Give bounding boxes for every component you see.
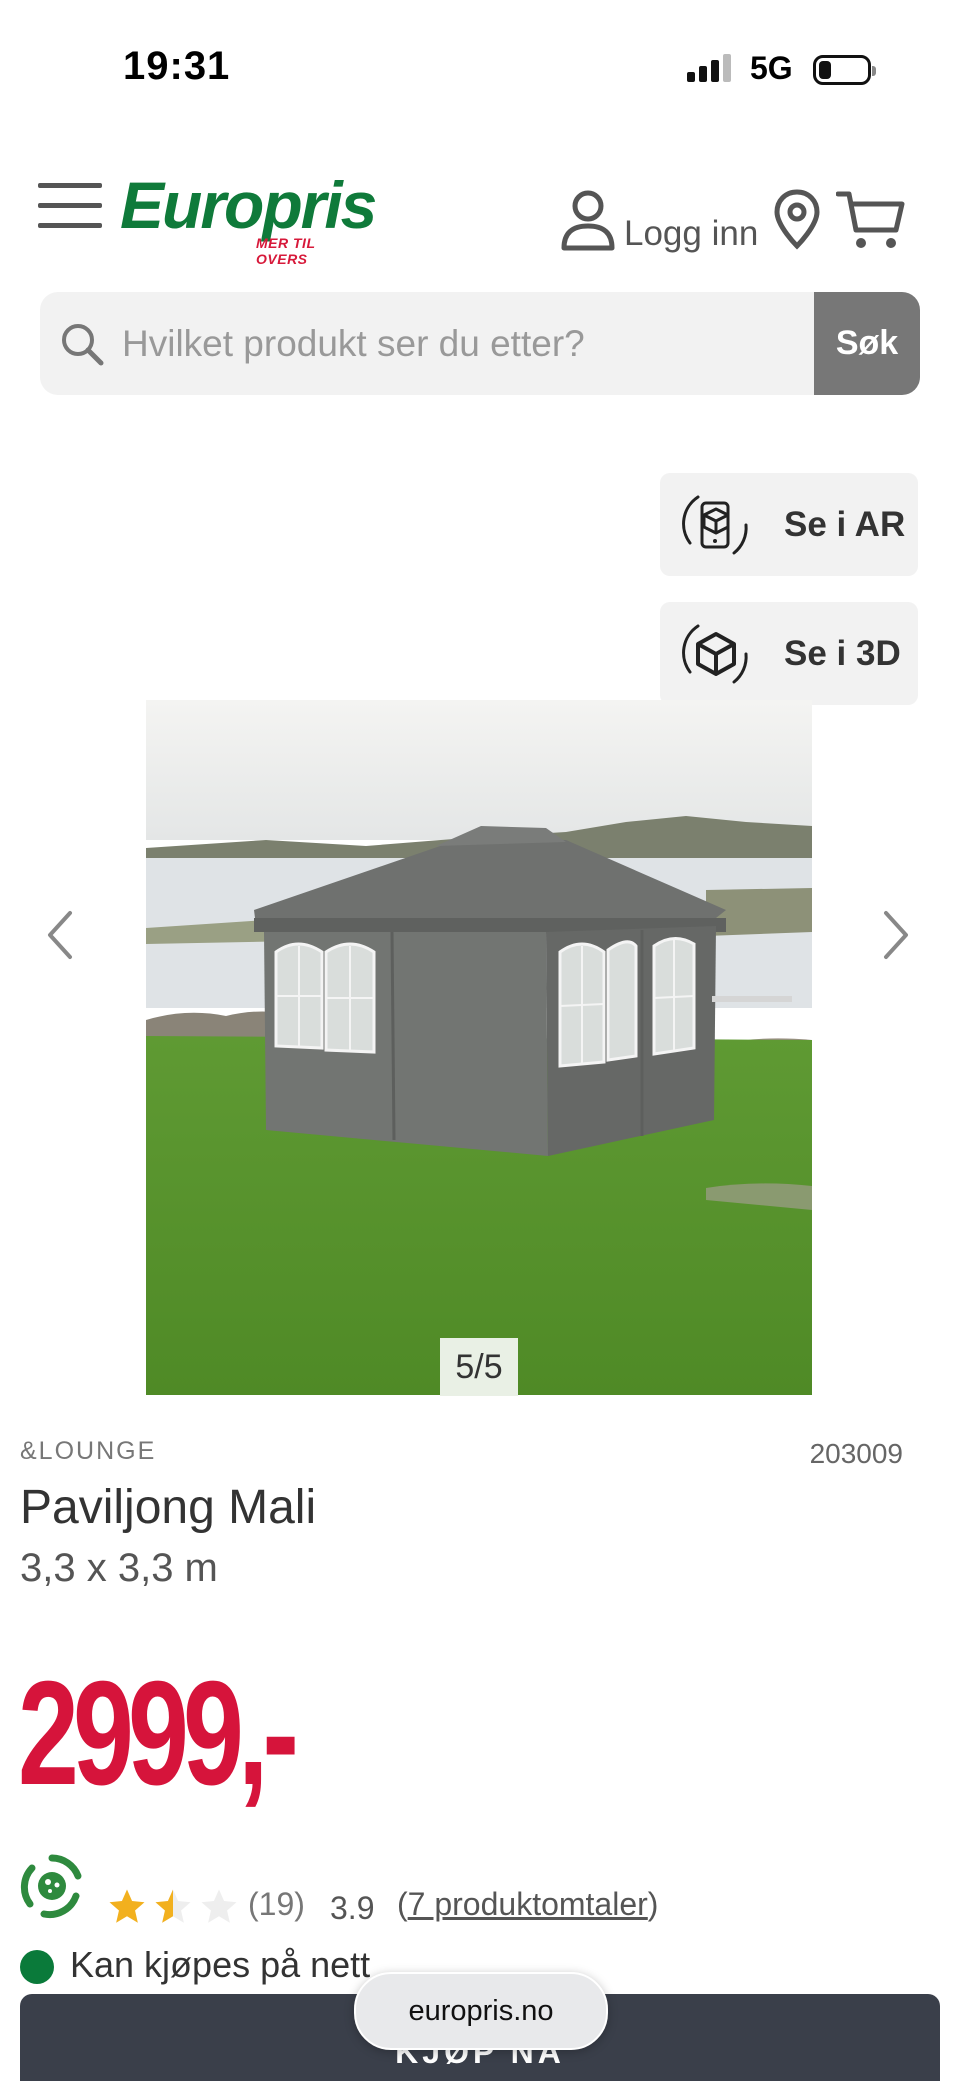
network-type: 5G (750, 50, 793, 86)
status-time: 19:31 (123, 44, 231, 88)
product-sku: 203009 (809, 1438, 903, 1469)
reviews-link-close: ) (647, 1886, 659, 1922)
availability-status-dot (20, 1950, 54, 1984)
login-button[interactable]: Logg inn (560, 188, 758, 253)
product-size: 3,3 x 3,3 m (20, 1546, 218, 1590)
gazebo-photo (146, 700, 812, 1395)
cart-icon (835, 191, 905, 248)
previous-image-button[interactable] (40, 905, 80, 965)
star-half-icon (155, 1889, 191, 1923)
review-count: (19) (248, 1886, 305, 1922)
search-input[interactable] (122, 292, 842, 395)
europris-logo[interactable]: Europris MER TIL OVERS (120, 172, 377, 267)
battery-icon (813, 55, 876, 85)
product-price: 2999,- (18, 1651, 299, 1816)
star-empty-icon (201, 1889, 237, 1923)
logo-tagline: MER TIL OVERS (256, 235, 316, 267)
location-pin-icon (774, 189, 820, 250)
store-locator-button[interactable] (772, 188, 822, 252)
next-image-button[interactable] (876, 905, 916, 965)
3d-cube-icon (682, 624, 748, 684)
ar-label: Se i AR (784, 505, 906, 544)
search-icon (62, 324, 104, 366)
reviews-link-text: 7 produktomtaler (407, 1886, 648, 1922)
browser-url-bar[interactable]: europris.no (354, 1972, 608, 2050)
logo-wordmark: Europris (120, 168, 377, 242)
login-label: Logg inn (624, 214, 759, 253)
menu-button[interactable] (38, 183, 102, 231)
reviews-link-open: ( (397, 1886, 408, 1922)
ar-phone-icon (682, 495, 748, 555)
availability-text: Kan kjøpes på nett (70, 1944, 371, 1985)
view-in-3d-button[interactable]: Se i 3D (660, 602, 918, 705)
product-page: 19:31 5G Europris MER TIL OVERS Logg inn (0, 0, 960, 2081)
product-image[interactable] (146, 700, 812, 1395)
user-icon (561, 190, 615, 251)
star-full-icon (109, 1889, 145, 1923)
cart-button[interactable] (835, 188, 906, 252)
image-counter: 5/5 (440, 1338, 518, 1396)
product-brand[interactable]: &LOUNGE (20, 1437, 156, 1466)
reviews-link[interactable]: (7 produktomtaler) (397, 1886, 658, 1923)
eco-recycle-icon (20, 1854, 82, 1919)
search-bar: Søk (40, 292, 920, 395)
search-button[interactable]: Søk (814, 292, 920, 395)
3d-label: Se i 3D (784, 634, 901, 673)
product-title: Paviljong Mali (20, 1481, 317, 1534)
view-in-ar-button[interactable]: Se i AR (660, 473, 918, 576)
rating-value: 3.9 (330, 1890, 375, 1926)
